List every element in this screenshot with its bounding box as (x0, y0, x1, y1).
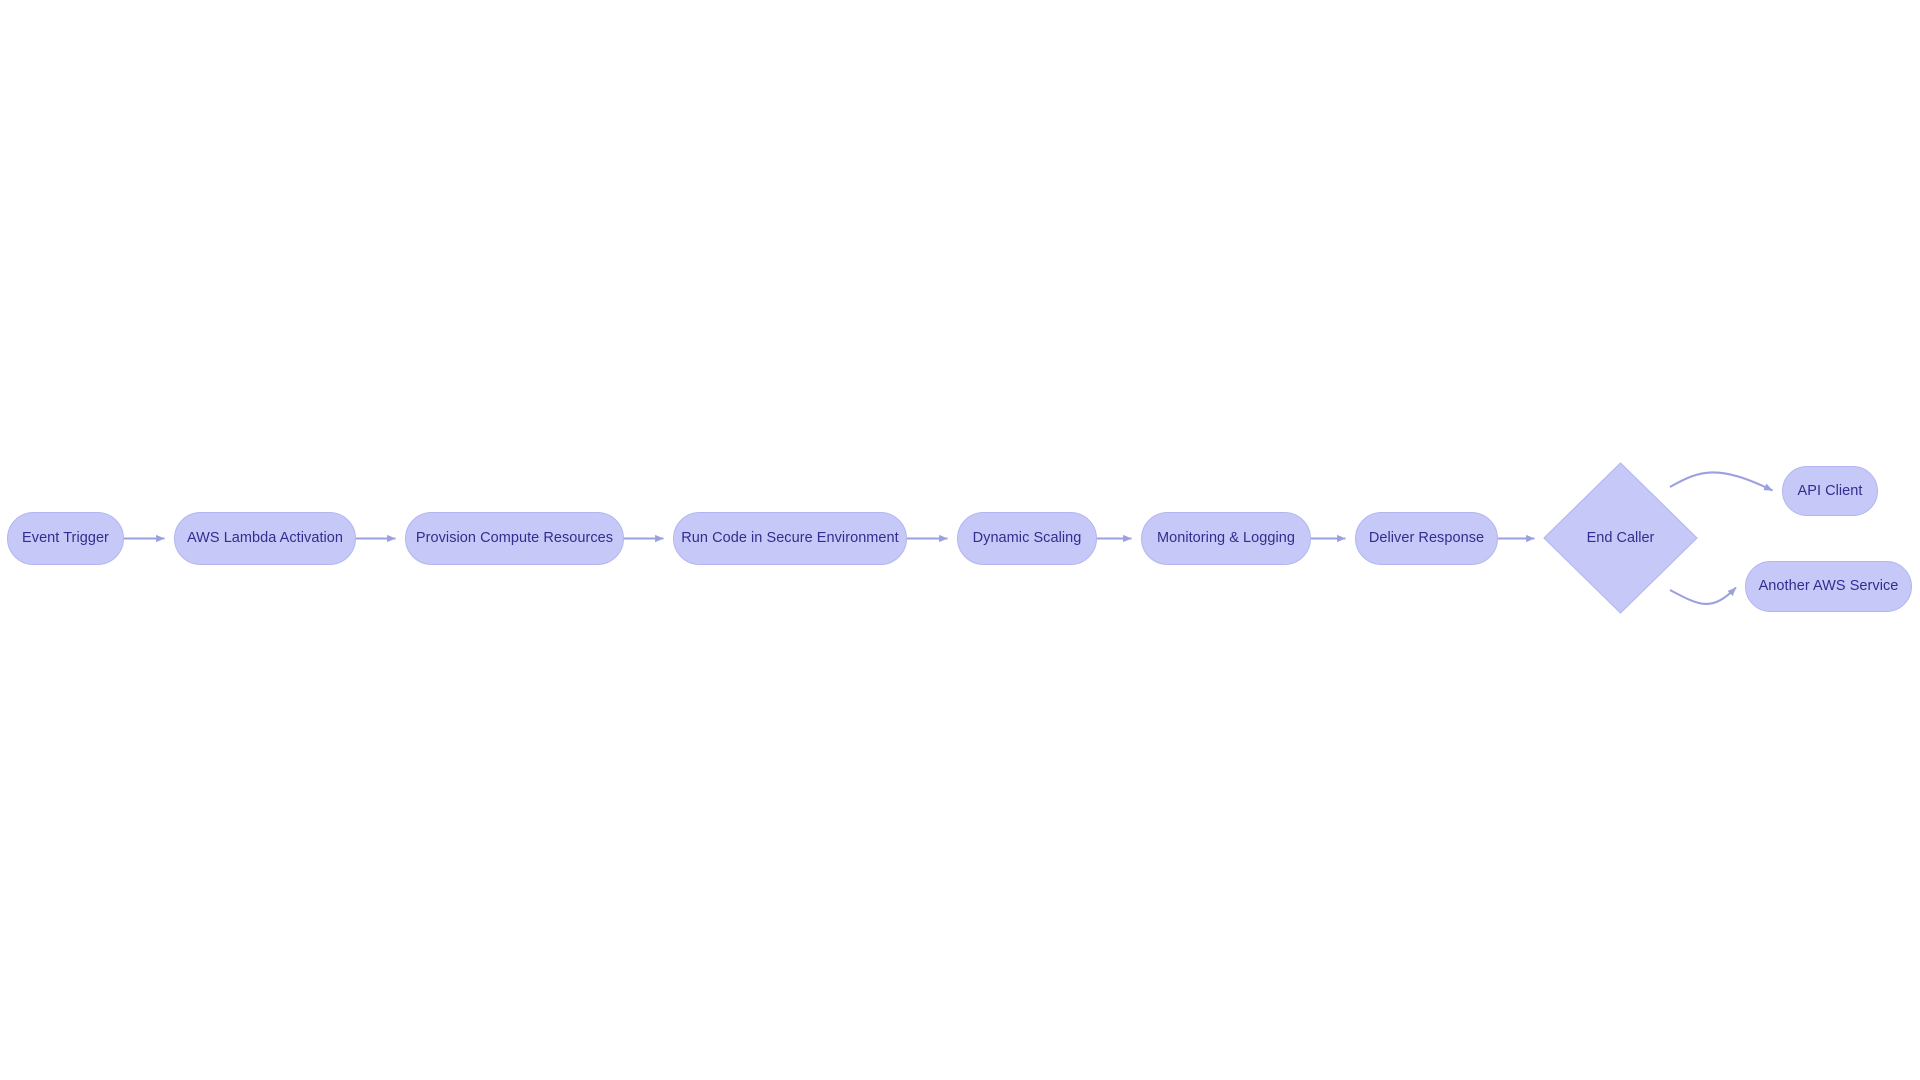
node-label: Another AWS Service (1758, 578, 1899, 595)
node-dynamic-scaling[interactable]: Dynamic Scaling (957, 512, 1097, 565)
node-event-trigger[interactable]: Event Trigger (7, 512, 124, 565)
node-label: Run Code in Secure Environment (681, 530, 899, 547)
node-label: Monitoring & Logging (1156, 530, 1296, 547)
node-label: End Caller (1586, 529, 1655, 546)
node-aws-lambda-activation[interactable]: AWS Lambda Activation (174, 512, 356, 565)
node-label: API Client (1797, 482, 1863, 499)
node-label: Event Trigger (22, 530, 109, 547)
node-label: Provision Compute Resources (415, 530, 614, 547)
node-run-code-in-secure-environment[interactable]: Run Code in Secure Environment (673, 512, 907, 565)
node-another-aws-service[interactable]: Another AWS Service (1745, 561, 1912, 612)
node-deliver-response[interactable]: Deliver Response (1355, 512, 1498, 565)
flowchart-canvas: Event Trigger AWS Lambda Activation Prov… (0, 0, 1920, 1080)
node-api-client[interactable]: API Client (1782, 466, 1878, 516)
node-label: AWS Lambda Activation (186, 530, 344, 547)
node-label: Deliver Response (1368, 530, 1485, 547)
node-end-caller[interactable]: End Caller (1543, 462, 1698, 614)
node-monitoring-and-logging[interactable]: Monitoring & Logging (1141, 512, 1311, 565)
node-label: Dynamic Scaling (972, 530, 1082, 547)
node-provision-compute-resources[interactable]: Provision Compute Resources (405, 512, 624, 565)
edges-group (124, 471, 1773, 605)
